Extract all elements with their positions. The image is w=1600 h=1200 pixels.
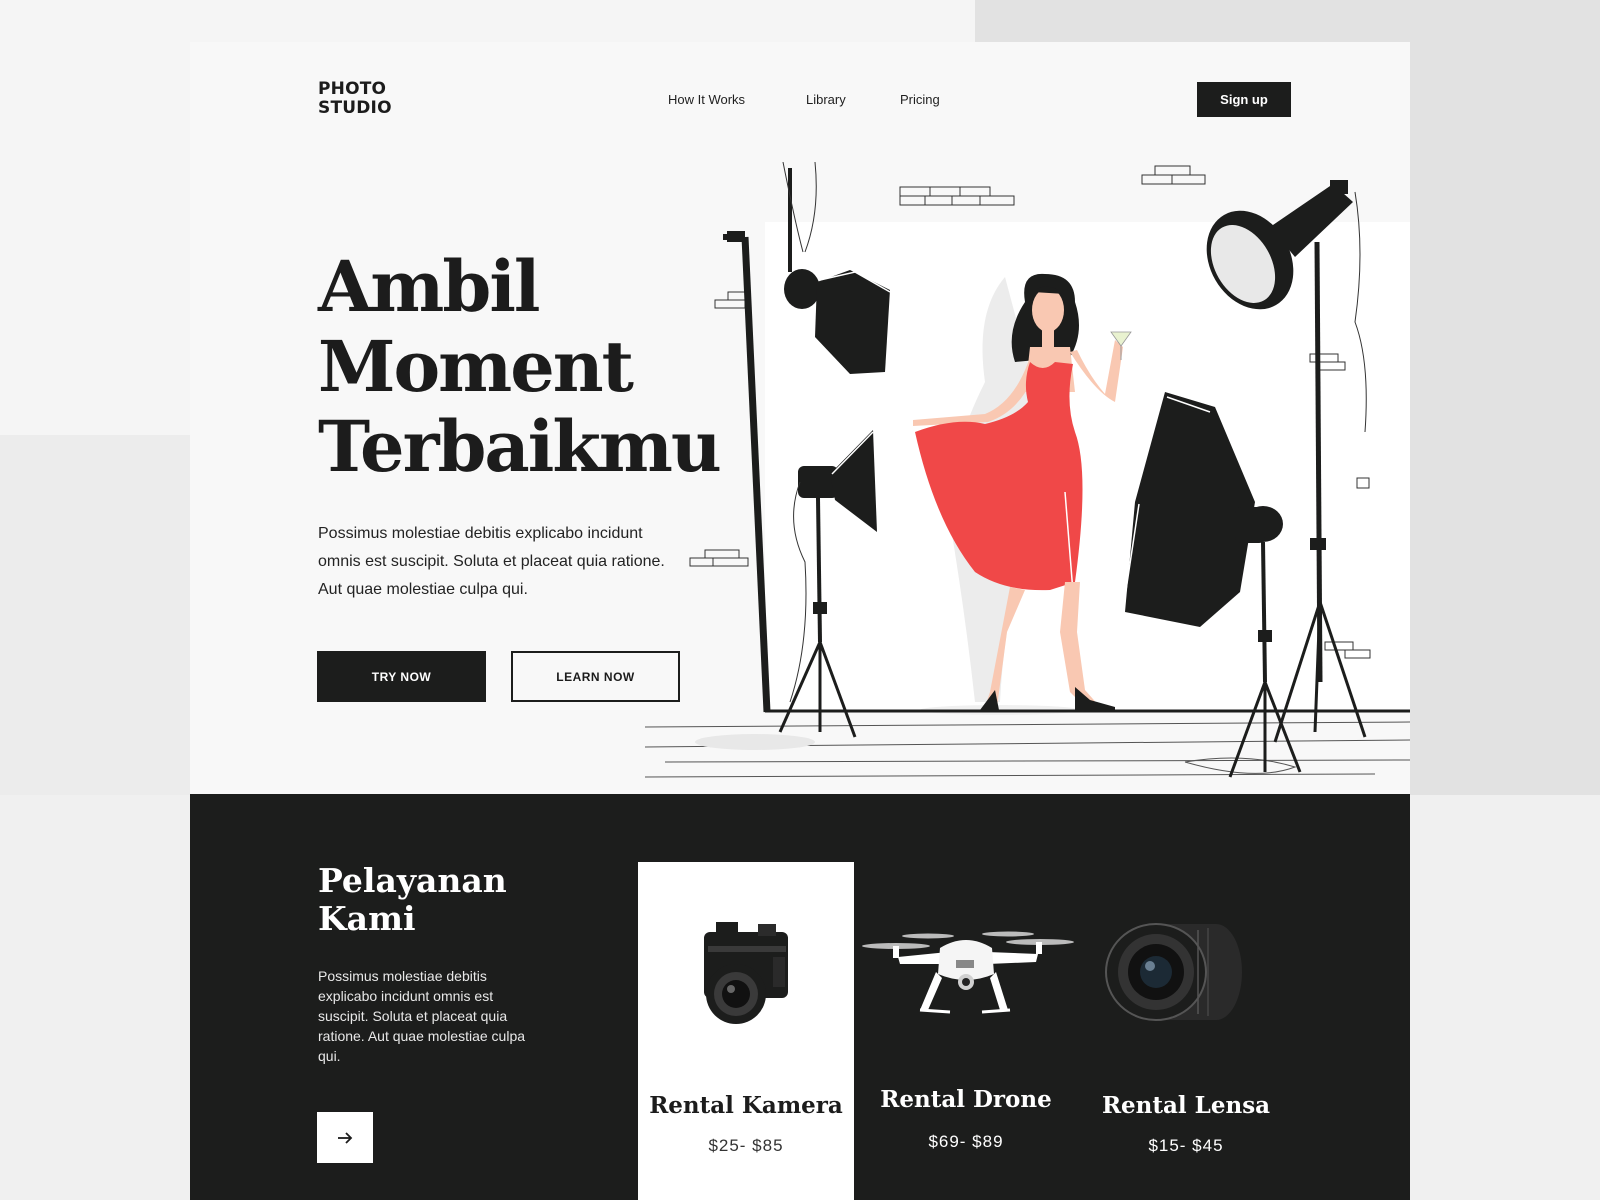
logo-line: PHOTO: [318, 79, 387, 99]
nav-pricing[interactable]: Pricing: [900, 92, 940, 107]
landing-page: PHOTO STUDIO How It Works Library Pricin…: [190, 42, 1410, 1200]
services-title-line: Pelayanan: [318, 861, 507, 900]
services-title: Pelayanan Kami: [318, 862, 578, 938]
services-description: Possimus molestiae debitis explicabo inc…: [318, 968, 526, 1064]
logo-line: STUDIO: [318, 98, 392, 118]
services-title-line: Kami: [318, 899, 416, 938]
signup-button[interactable]: Sign up: [1197, 82, 1291, 117]
service-name: Rental Drone: [880, 1086, 1052, 1113]
service-name: Rental Lensa: [1101, 1092, 1271, 1119]
service-name: Rental Kamera: [649, 1092, 843, 1119]
next-arrow-button[interactable]: [317, 1112, 373, 1163]
studio-illustration: [645, 162, 1410, 778]
services-section: Pelayanan Kami Possimus molestiae debiti…: [190, 794, 1410, 1200]
service-price: $69- $89: [928, 1132, 1004, 1151]
floor-shadow: [695, 734, 815, 750]
service-card-drone[interactable]: Rental Drone $69- $89: [858, 862, 1074, 1200]
lens-icon: [1105, 923, 1242, 1021]
try-now-button[interactable]: TRY NOW: [317, 651, 486, 702]
nav-how-it-works[interactable]: How It Works: [668, 92, 745, 107]
logo[interactable]: PHOTO STUDIO: [318, 80, 392, 118]
camera-icon: [704, 922, 788, 1024]
hero-description: Possimus molestiae debitis explicabo inc…: [318, 525, 665, 598]
arrow-right-icon: [338, 1131, 353, 1144]
nav-library[interactable]: Library: [806, 92, 846, 107]
drone-icon: [862, 931, 1074, 1014]
service-card-camera[interactable]: Rental Kamera $25- $85: [638, 862, 854, 1200]
service-price: $25- $85: [708, 1136, 784, 1155]
service-card-lens[interactable]: Rental Lensa $15- $45: [1078, 862, 1294, 1200]
background-stand: [723, 231, 771, 713]
service-price: $15- $45: [1148, 1136, 1224, 1155]
